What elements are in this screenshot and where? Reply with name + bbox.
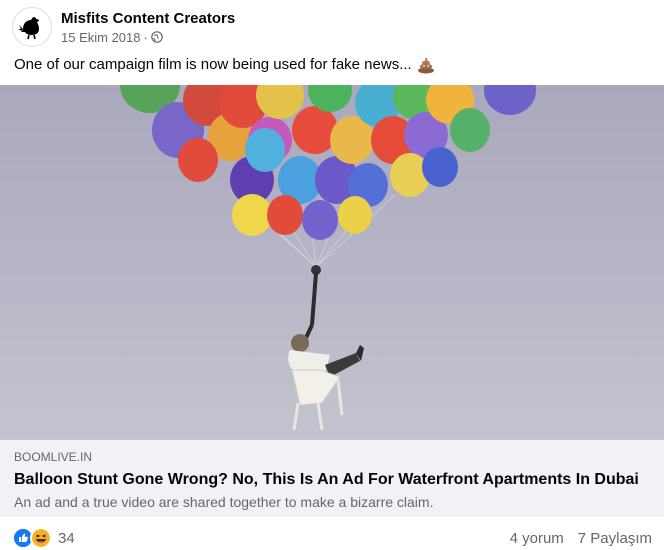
facebook-post: Misfits Content Creators 15 Ekim 2018 · … xyxy=(0,0,664,550)
post-caption: One of our campaign film is now being us… xyxy=(14,54,435,76)
link-domain: BOOMLIVE.IN xyxy=(14,450,93,464)
link-preview[interactable]: BOOMLIVE.IN Balloon Stunt Gone Wrong? No… xyxy=(0,440,664,517)
separator-dot: · xyxy=(143,29,148,45)
engagement-counts: 4 yorum 7 Paylaşım xyxy=(510,530,652,547)
post-image[interactable] xyxy=(0,85,664,440)
globe-icon xyxy=(151,31,163,43)
reactions-summary[interactable]: 34 xyxy=(12,527,75,549)
poop-emoji-icon xyxy=(417,56,435,74)
shares-count[interactable]: 7 Paylaşım xyxy=(578,530,652,547)
reaction-count: 34 xyxy=(58,529,75,547)
balloon-chair-photo xyxy=(0,85,664,440)
post-header: Misfits Content Creators 15 Ekim 2018 · xyxy=(12,5,235,49)
rooster-logo-icon xyxy=(18,17,39,40)
caption-text: One of our campaign film is now being us… xyxy=(14,56,412,73)
page-name[interactable]: Misfits Content Creators xyxy=(61,9,235,29)
link-description: An ad and a true video are shared togeth… xyxy=(14,494,434,510)
link-title[interactable]: Balloon Stunt Gone Wrong? No, This Is An… xyxy=(14,469,650,491)
page-avatar[interactable] xyxy=(12,7,52,47)
haha-icon xyxy=(30,527,52,549)
comments-count[interactable]: 4 yorum xyxy=(510,530,564,547)
post-footer: 34 4 yorum 7 Paylaşım xyxy=(12,527,652,549)
post-subline: 15 Ekim 2018 · xyxy=(61,29,235,46)
post-timestamp[interactable]: 15 Ekim 2018 xyxy=(61,29,141,46)
